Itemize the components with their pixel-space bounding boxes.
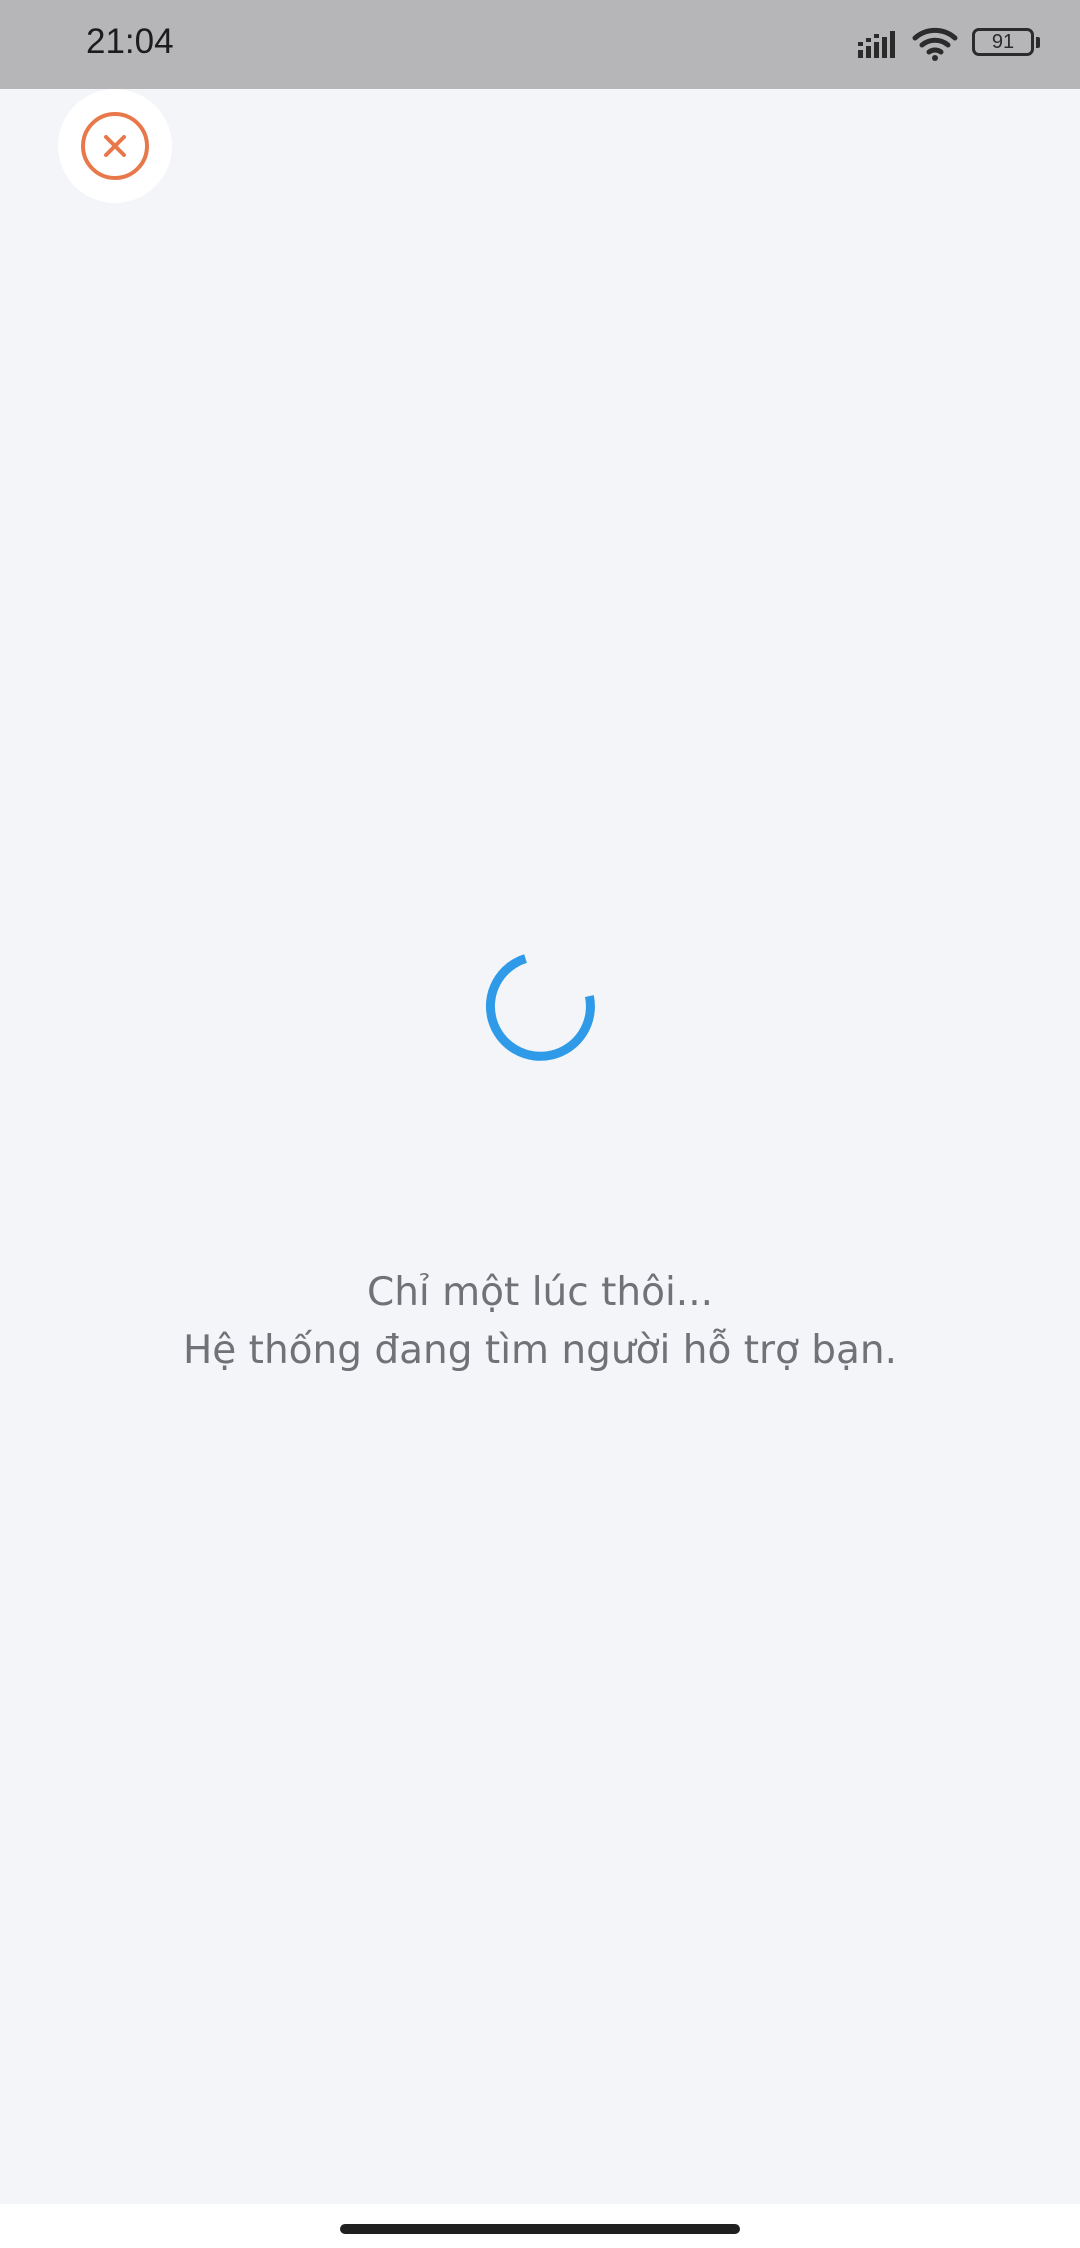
loading-message-line1: Chỉ một lúc thôi... xyxy=(366,1270,713,1315)
wifi-icon xyxy=(912,26,958,67)
status-bar: 21:04 91 xyxy=(0,0,1080,89)
loading-spinner xyxy=(480,944,600,1064)
battery-tip xyxy=(1036,37,1040,48)
close-button[interactable] xyxy=(58,89,172,203)
battery-icon: 91 xyxy=(972,28,1040,58)
loading-message-line2: Hệ thống đang tìm người hỗ trợ bạn. xyxy=(182,1328,898,1373)
battery-level: 91 xyxy=(991,31,1015,53)
close-icon xyxy=(81,112,149,180)
status-time: 21:04 xyxy=(86,22,174,61)
loading-message: Chỉ một lúc thôi... Hệ thống đang tìm ng… xyxy=(0,1264,1080,1380)
signal-icon xyxy=(858,28,902,65)
home-indicator[interactable] xyxy=(340,2224,740,2234)
screen: 21:04 91 Chỉ một lúc thôi... Hệ thống đa… xyxy=(0,0,1080,2248)
